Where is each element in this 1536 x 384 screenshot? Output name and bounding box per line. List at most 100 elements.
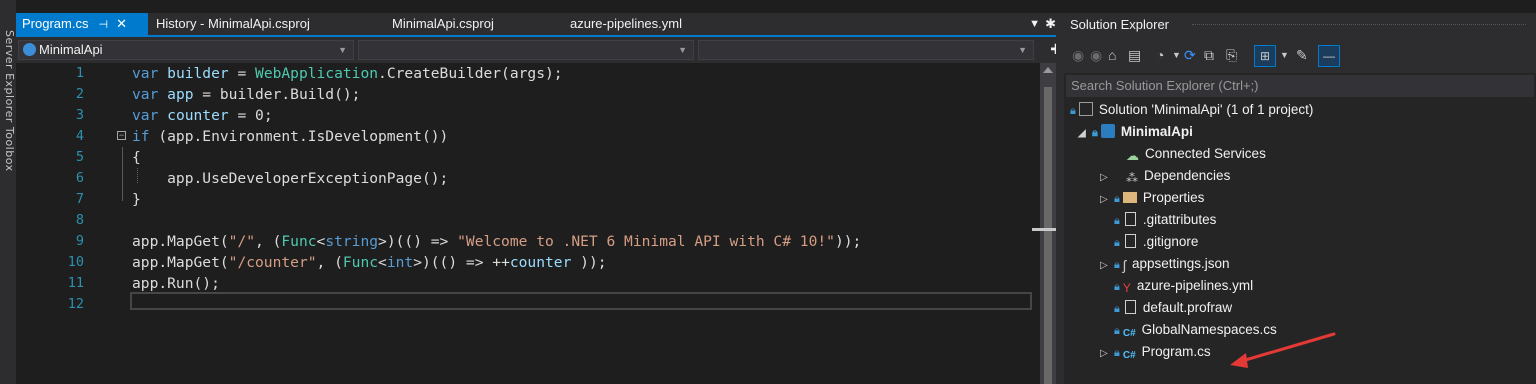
collapsed-arrow-icon[interactable]: ▷ xyxy=(1100,343,1114,365)
chevron-down-icon[interactable]: ▼ xyxy=(1172,46,1181,64)
left-tool-strip[interactable]: Server Explorer Toolbox xyxy=(0,0,16,384)
back-icon[interactable]: ◉ xyxy=(1072,46,1084,64)
code-text[interactable]: app.Run(); xyxy=(132,273,220,294)
tab-program-cs[interactable]: Program.cs ⊣ ✕ xyxy=(16,13,148,35)
left-tool-strip-label[interactable]: Server Explorer Toolbox xyxy=(3,30,16,172)
tree-item-connected-services[interactable]: ☁ Connected Services xyxy=(1126,143,1266,165)
file-icon xyxy=(1124,212,1136,226)
editor-vertical-scrollbar[interactable] xyxy=(1032,63,1056,384)
project-combo[interactable]: MinimalApi ▼ xyxy=(18,40,354,60)
code-line: 10 app.MapGet("/counter", (Func<int>)(()… xyxy=(16,252,1040,273)
document-tab-bar: Program.cs ⊣ ✕ History - MinimalApi.csproj… xyxy=(16,13,1064,35)
csharp-file-icon: C# xyxy=(1122,328,1136,339)
lock-icon: 🔒︎ xyxy=(1092,127,1098,139)
type-combo[interactable]: ▼ xyxy=(358,40,694,60)
annotation-arrow-icon xyxy=(1230,332,1336,368)
code-text[interactable]: app.UseDeveloperExceptionPage(); xyxy=(132,168,448,189)
web-project-icon xyxy=(1100,124,1115,138)
tree-item-default-profraw[interactable]: 🔒︎ default.profraw xyxy=(1114,297,1232,319)
lock-icon: 🔒︎ xyxy=(1114,237,1120,249)
solution-explorer-toolbar: ◉ ◉ ⌂ ▤ ◔ ▼ ⟳ ⧉ ⎘ ⊞ ▼ ✎ — xyxy=(1064,37,1536,73)
show-all-files-icon[interactable]: ⎘ xyxy=(1226,46,1237,64)
code-text[interactable]: app.MapGet("/", (Func<string>)(() => "We… xyxy=(132,231,861,252)
lock-icon: 🔒︎ xyxy=(1114,193,1120,205)
line-number: 9 xyxy=(75,233,84,249)
tree-item-label: .gitignore xyxy=(1142,234,1199,249)
tab-history-csproj[interactable]: History - MinimalApi.csproj xyxy=(150,13,316,35)
code-text[interactable]: var app = builder.Build(); xyxy=(132,84,360,105)
chevron-down-icon[interactable]: ▼ xyxy=(1280,46,1289,64)
scroll-up-icon[interactable] xyxy=(1043,67,1053,73)
forward-icon[interactable]: ◉ xyxy=(1090,46,1102,64)
code-line: 2 var app = builder.Build(); xyxy=(16,84,1040,105)
line-number: 11 xyxy=(67,275,84,291)
lock-icon: 🔒︎ xyxy=(1114,325,1120,337)
solution-icon xyxy=(1078,102,1093,116)
line-number: 7 xyxy=(75,191,84,207)
close-icon[interactable]: ✕ xyxy=(116,16,127,31)
tree-item-appsettings[interactable]: ▷ 🔒︎ ʃ appsettings.json xyxy=(1100,253,1230,275)
line-number: 10 xyxy=(67,254,84,270)
line-number: 12 xyxy=(67,296,84,312)
panel-splitter[interactable] xyxy=(1056,13,1064,384)
code-text[interactable]: if (app.Environment.IsDevelopment()) xyxy=(132,126,448,147)
code-text[interactable]: var counter = 0; xyxy=(132,105,273,126)
tree-item-gitattributes[interactable]: 🔒︎ .gitattributes xyxy=(1114,209,1216,231)
lock-icon: 🔒︎ xyxy=(1114,259,1120,271)
collapse-all-icon[interactable]: ⧉ xyxy=(1204,46,1214,64)
tab-list-dropdown-icon[interactable]: ▼ xyxy=(1029,13,1040,35)
collapsed-arrow-icon[interactable]: ▷ xyxy=(1100,167,1114,189)
tree-item-properties[interactable]: ▷ 🔒︎ Properties xyxy=(1100,187,1204,209)
collapsed-arrow-icon[interactable]: ▷ xyxy=(1100,255,1114,277)
tab-label: Program.cs xyxy=(22,16,89,31)
chevron-down-icon: ▼ xyxy=(338,45,347,55)
code-text[interactable]: var builder = WebApplication.CreateBuild… xyxy=(132,63,563,84)
code-text[interactable]: app.MapGet("/counter", (Func<int>)(() =>… xyxy=(132,252,607,273)
code-editor[interactable]: 1 var builder = WebApplication.CreateBui… xyxy=(16,63,1040,384)
pin-icon[interactable]: ⊣ xyxy=(98,19,108,31)
file-icon xyxy=(1124,234,1136,248)
tree-item-program-cs[interactable]: ▷ 🔒︎ C# Program.cs xyxy=(1100,341,1211,363)
gear-icon[interactable]: ✱ xyxy=(1045,13,1056,35)
tree-item-project[interactable]: ◢ 🔒︎ MinimalApi xyxy=(1078,121,1193,143)
code-text[interactable]: } xyxy=(132,189,141,210)
project-combo-label: MinimalApi xyxy=(39,42,103,57)
lock-icon: 🔒︎ xyxy=(1070,105,1076,117)
file-icon xyxy=(1124,300,1136,314)
expanded-arrow-icon[interactable]: ◢ xyxy=(1078,123,1092,145)
lock-icon: 🔒︎ xyxy=(1114,215,1120,227)
code-line: 4 − if (app.Environment.IsDevelopment()) xyxy=(16,126,1040,147)
tree-item-dependencies[interactable]: ▷ ⁂ Dependencies xyxy=(1100,165,1230,187)
title-grip xyxy=(1192,24,1526,27)
tab-azure-pipelines[interactable]: azure-pipelines.yml xyxy=(564,13,688,35)
tree-item-solution[interactable]: 🔒︎ Solution 'MinimalApi' (1 of 1 project) xyxy=(1070,99,1313,121)
tree-item-label: .gitattributes xyxy=(1142,212,1217,227)
pending-changes-filter-icon[interactable]: ◔ xyxy=(1156,46,1164,64)
tab-label: History - MinimalApi.csproj xyxy=(156,16,310,31)
tab-minimalapi-csproj[interactable]: MinimalApi.csproj xyxy=(386,13,500,35)
tree-item-gitignore[interactable]: 🔒︎ .gitignore xyxy=(1114,231,1198,253)
tree-item-azure-pipelines[interactable]: 🔒︎ Yazure-pipelines.yml xyxy=(1114,275,1253,297)
search-input[interactable]: Search Solution Explorer (Ctrl+;) xyxy=(1066,75,1534,97)
tab-label: azure-pipelines.yml xyxy=(570,16,682,31)
collapsed-arrow-icon[interactable]: ▷ xyxy=(1100,189,1114,211)
tree-item-label: Solution 'MinimalApi' (1 of 1 project) xyxy=(1098,102,1314,117)
tree-item-label: Dependencies xyxy=(1144,168,1231,183)
sync-icon[interactable]: ⟳ xyxy=(1184,46,1196,64)
navigation-bar: MinimalApi ▼ ▼ ▼ ✚ xyxy=(16,37,1064,63)
scrollbar-thumb[interactable] xyxy=(1044,87,1052,384)
member-combo[interactable]: ▼ xyxy=(698,40,1034,60)
preview-selected-items-icon[interactable]: ⊞ xyxy=(1254,45,1276,67)
collapse-toggle-icon[interactable]: − xyxy=(117,131,126,140)
line-number: 4 xyxy=(75,128,84,144)
csharp-file-icon: C# xyxy=(1122,350,1136,361)
code-text[interactable]: { xyxy=(132,147,141,168)
line-number: 3 xyxy=(75,107,84,123)
pin-icon[interactable]: — xyxy=(1318,45,1340,67)
wrench-icon[interactable]: ✎ xyxy=(1296,46,1308,64)
line-number: 1 xyxy=(75,65,84,81)
switch-views-icon[interactable]: ▤ xyxy=(1128,46,1141,64)
tree-item-label: Connected Services xyxy=(1145,146,1266,161)
code-line: 1 var builder = WebApplication.CreateBui… xyxy=(16,63,1040,84)
home-icon[interactable]: ⌂ xyxy=(1108,46,1116,64)
